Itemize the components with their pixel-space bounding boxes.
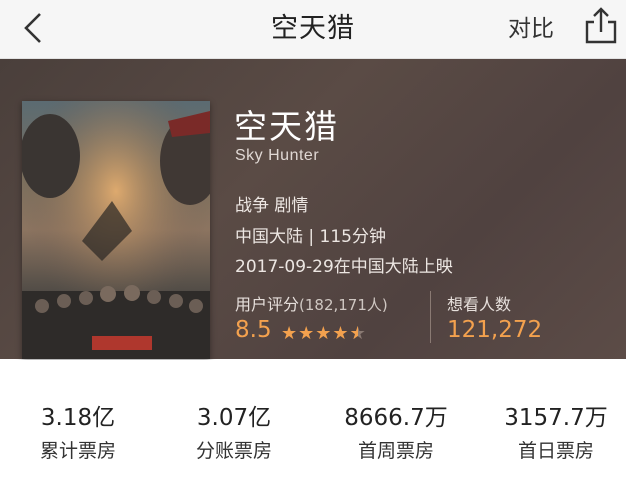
- movie-region-duration: 中国大陆 | 115分钟: [235, 227, 386, 247]
- stat-value: 3157.7万: [504, 405, 608, 431]
- movie-poster[interactable]: [22, 101, 210, 359]
- stat-value: 8666.7万: [344, 405, 448, 431]
- half-star-icon: ★★: [349, 323, 367, 344]
- stat-value: 3.07亿: [196, 405, 272, 431]
- stat-label: 分账票房: [195, 440, 272, 462]
- star-icon: ★: [332, 323, 350, 344]
- want-to-see-label[interactable]: 想看人数: [447, 291, 511, 315]
- rating-value: 8.5: [235, 317, 272, 343]
- rating-count: (182,171人): [299, 296, 388, 314]
- movie-release-date: 2017-09-29在中国大陆上映: [235, 257, 453, 277]
- stat-first-day-box-office[interactable]: 3157.7万 首日票房: [478, 398, 626, 463]
- star-icon: ★: [281, 323, 299, 344]
- stat-first-week-box-office[interactable]: 8666.7万 首周票房: [318, 398, 474, 463]
- want-to-see-count: 121,272: [447, 317, 543, 343]
- stat-split-box-office[interactable]: 3.07亿 分账票房: [156, 398, 312, 463]
- divider: [430, 291, 431, 343]
- stat-value: 3.18亿: [40, 405, 116, 431]
- compare-button[interactable]: 对比: [508, 9, 554, 43]
- movie-header: 空天猎 Sky Hunter 战争 剧情 中国大陆 | 115分钟 2017-0…: [0, 59, 626, 359]
- rating-section[interactable]: 用户评分(182,171人): [235, 291, 388, 315]
- box-office-stats: 3.18亿 累计票房 3.07亿 分账票房 8666.7万 首周票房 3157.…: [0, 360, 626, 478]
- star-icon: ★: [298, 323, 316, 344]
- poster-artwork: [22, 101, 210, 359]
- star-icon: ★: [315, 323, 333, 344]
- share-button[interactable]: [582, 5, 620, 45]
- movie-english-title: Sky Hunter: [235, 147, 320, 164]
- nav-bar: 空天猎 对比: [0, 0, 626, 59]
- stat-label: 首周票房: [357, 440, 434, 462]
- rating-label: 用户评分: [235, 295, 300, 314]
- stat-label: 累计票房: [39, 440, 116, 462]
- rating-stars: ★★★★★★: [281, 323, 367, 344]
- stat-label: 首日票房: [517, 440, 594, 462]
- movie-genres: 战争 剧情: [235, 196, 309, 216]
- share-icon: [585, 7, 617, 44]
- movie-title: 空天猎: [234, 107, 339, 146]
- stat-total-box-office[interactable]: 3.18亿 累计票房: [0, 398, 156, 463]
